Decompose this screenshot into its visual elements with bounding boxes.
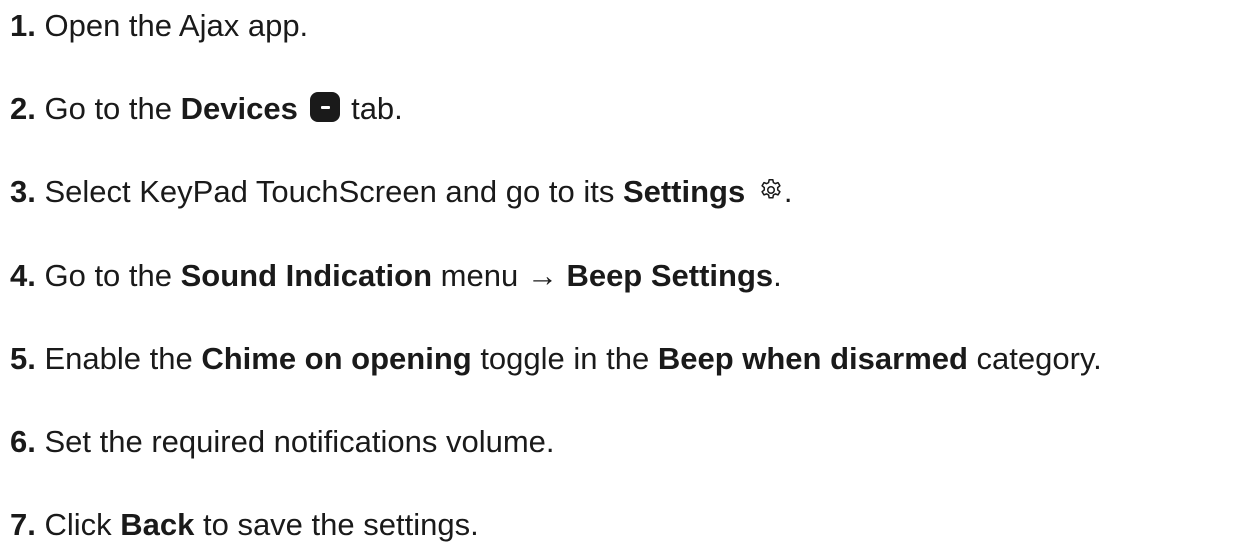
step-number: 1. <box>10 8 36 43</box>
step-text: Enable the <box>35 341 202 376</box>
step-4: 4. Go to the Sound Indication menu → Bee… <box>10 256 782 296</box>
step-text: Set the required notifications volume. <box>35 424 555 459</box>
step-6: 6. Set the required notifications volume… <box>10 422 555 462</box>
step-text: category. <box>967 341 1102 376</box>
step-number: 7. <box>10 507 36 542</box>
step-2: 2. Go to the Devices tab. <box>10 89 403 129</box>
sound-indication-label: Sound Indication <box>180 258 433 293</box>
step-5: 5. Enable the Chime on opening toggle in… <box>10 339 1102 379</box>
step-number: 5. <box>10 341 36 376</box>
step-text: . <box>783 174 793 209</box>
step-text: Go to the <box>35 91 181 126</box>
beep-when-disarmed-label: Beep when disarmed <box>657 341 968 376</box>
step-text: to save the settings. <box>194 507 479 542</box>
step-text: toggle in the <box>471 341 658 376</box>
beep-settings-label: Beep Settings <box>566 258 774 293</box>
step-number: 3. <box>10 174 36 209</box>
settings-label: Settings <box>622 174 746 209</box>
step-number: 6. <box>10 424 36 459</box>
step-3: 3. Select KeyPad TouchScreen and go to i… <box>10 172 792 212</box>
step-7: 7. Click Back to save the settings. <box>10 505 479 545</box>
step-text: Open the Ajax app. <box>35 8 309 43</box>
gear-icon <box>758 177 784 203</box>
step-number: 2. <box>10 91 36 126</box>
step-text: tab. <box>342 91 403 126</box>
step-text: . <box>773 258 782 293</box>
step-text: Go to the <box>35 258 181 293</box>
chime-on-opening-label: Chime on opening <box>201 341 472 376</box>
step-text: Select KeyPad TouchScreen and go to its <box>35 174 623 209</box>
step-text: menu → <box>432 258 567 293</box>
devices-tab-label: Devices <box>180 91 298 126</box>
step-text: Click <box>35 507 121 542</box>
back-label: Back <box>120 507 195 542</box>
step-number: 4. <box>10 258 36 293</box>
step-1: 1. Open the Ajax app. <box>10 6 308 46</box>
devices-icon <box>310 91 341 122</box>
